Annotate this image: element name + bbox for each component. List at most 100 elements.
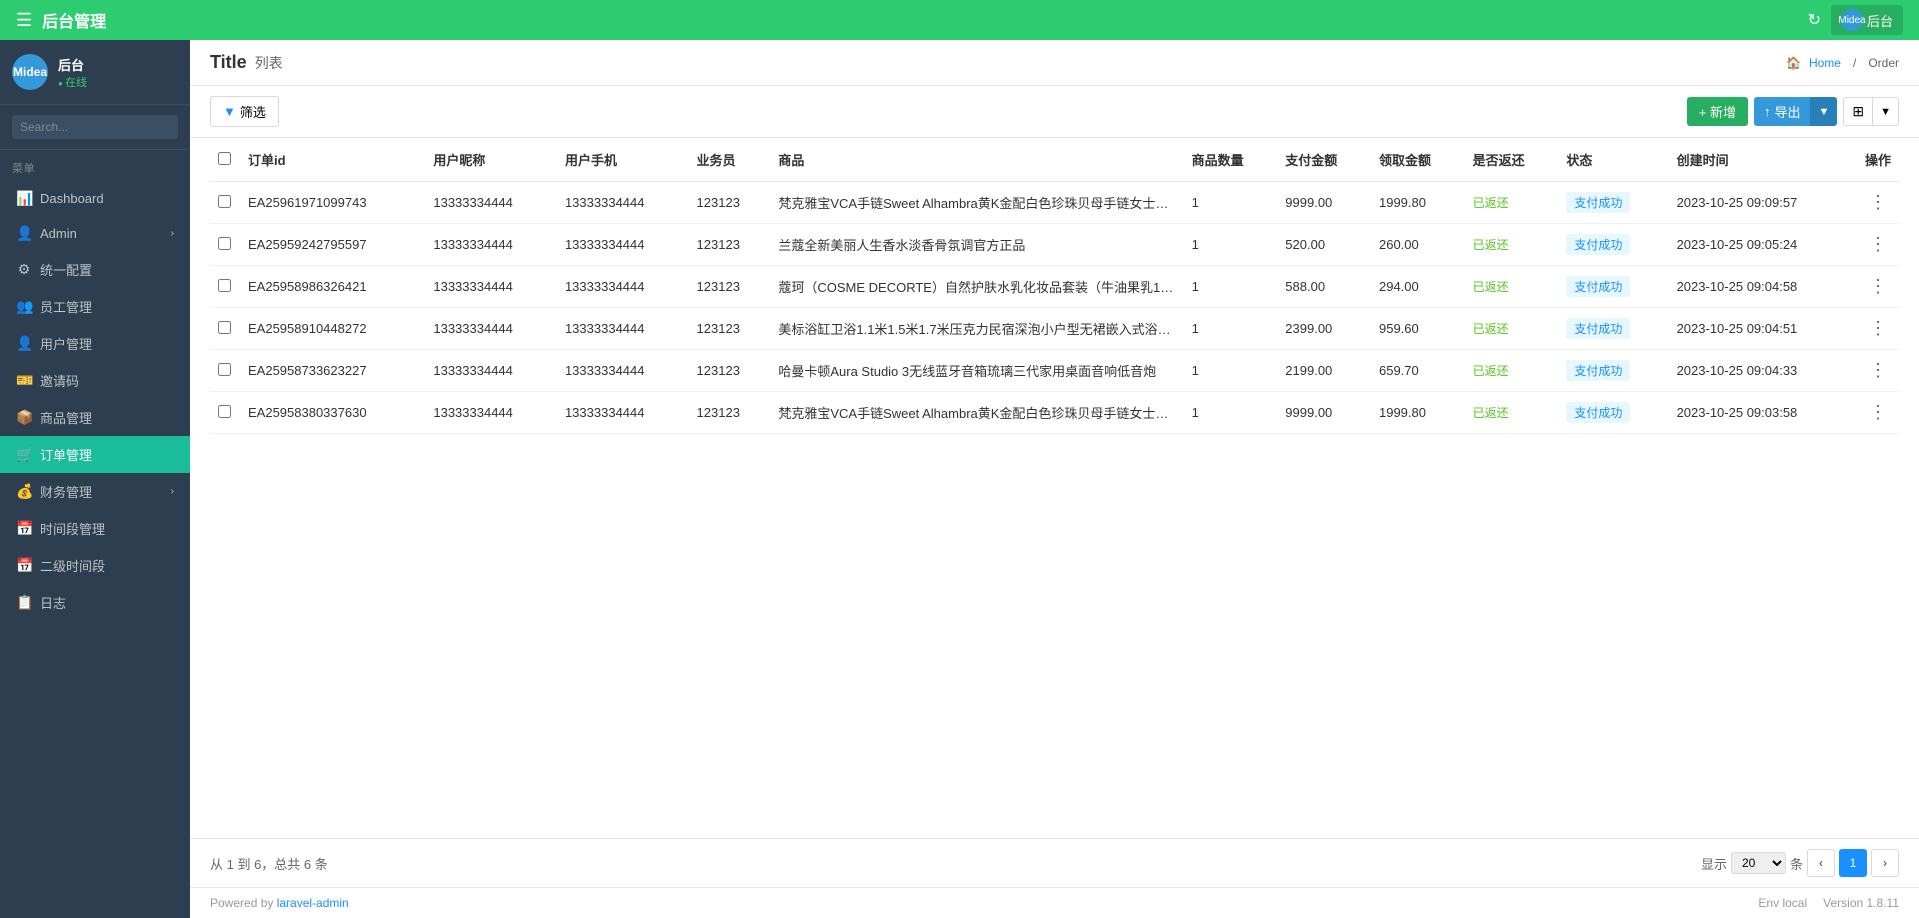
- breadcrumb-home[interactable]: Home: [1809, 56, 1841, 70]
- cell-payment: 2399.00: [1277, 308, 1371, 350]
- cell-salesman: 123123: [689, 224, 771, 266]
- avatar: Midea: [12, 54, 48, 90]
- sidebar-item-finance-mgmt[interactable]: 💰 财务管理 ›: [0, 473, 190, 510]
- cell-phone: 13333334444: [557, 350, 689, 392]
- sidebar: Midea 后台 在线 菜单 📊 Dashboard 👤 Admin › ⚙ 统…: [0, 40, 190, 918]
- export-label: 导出: [1774, 102, 1800, 121]
- cell-received: 659.70: [1371, 350, 1465, 392]
- row-checkbox[interactable]: [218, 279, 231, 292]
- page-header-left: Title 列表: [210, 52, 283, 73]
- action-menu-icon[interactable]: ⋮: [1869, 276, 1887, 296]
- invite-icon: 🎫: [16, 372, 32, 389]
- row-checkbox[interactable]: [218, 237, 231, 250]
- cell-received: 1999.80: [1371, 392, 1465, 434]
- sidebar-item-order-mgmt[interactable]: 🛒 订单管理: [0, 436, 190, 473]
- sidebar-item-label: 时间段管理: [40, 519, 105, 538]
- action-menu-icon[interactable]: ⋮: [1869, 402, 1887, 422]
- columns-button[interactable]: ⊞: [1843, 97, 1873, 126]
- cell-payment: 9999.00: [1277, 392, 1371, 434]
- sidebar-item-unified-config[interactable]: ⚙ 统一配置: [0, 251, 190, 288]
- row-checkbox-cell: [210, 392, 240, 434]
- laravel-admin-link[interactable]: laravel-admin: [277, 896, 349, 910]
- sidebar-item-dashboard[interactable]: 📊 Dashboard: [0, 181, 190, 216]
- version-info: Version 1.8.11: [1823, 896, 1899, 910]
- action-menu-icon[interactable]: ⋮: [1869, 318, 1887, 338]
- action-menu-icon[interactable]: ⋮: [1869, 360, 1887, 380]
- cell-created: 2023-10-25 09:04:51: [1669, 308, 1857, 350]
- sidebar-item-label: 二级时间段: [40, 556, 105, 575]
- page-size-select[interactable]: 10 20 50 100: [1731, 852, 1786, 874]
- cell-salesman: 123123: [689, 182, 771, 224]
- breadcrumb-separator: /: [1853, 56, 1856, 70]
- cell-received: 294.00: [1371, 266, 1465, 308]
- sidebar-item-label: 商品管理: [40, 408, 92, 427]
- hamburger-icon[interactable]: ☰: [16, 10, 32, 31]
- select-all-checkbox[interactable]: [218, 152, 231, 165]
- cell-salesman: 123123: [689, 266, 771, 308]
- columns-dropdown-button[interactable]: ▼: [1873, 97, 1899, 126]
- filter-button[interactable]: ▼ 筛选: [210, 96, 279, 127]
- cell-actions: ⋮: [1857, 182, 1899, 224]
- cell-returned: 已返还: [1465, 224, 1559, 266]
- sidebar-item-admin[interactable]: 👤 Admin ›: [0, 216, 190, 251]
- sidebar-item-logs[interactable]: 📋 日志: [0, 584, 190, 621]
- cell-status: 支付成功: [1558, 392, 1668, 434]
- cell-created: 2023-10-25 09:03:58: [1669, 392, 1857, 434]
- action-menu-icon[interactable]: ⋮: [1869, 234, 1887, 254]
- cell-order-id: EA25958380337630: [240, 392, 425, 434]
- cell-payment: 9999.00: [1277, 182, 1371, 224]
- sidebar-item-invite-code[interactable]: 🎫 邀请码: [0, 362, 190, 399]
- action-menu-icon[interactable]: ⋮: [1869, 192, 1887, 212]
- page-1-button[interactable]: 1: [1839, 849, 1867, 877]
- footer-right: Env local Version 1.8.11: [1758, 896, 1899, 910]
- toolbar-left: ▼ 筛选: [210, 96, 279, 127]
- sidebar-item-label: 统一配置: [40, 260, 92, 279]
- cell-received: 1999.80: [1371, 182, 1465, 224]
- search-input[interactable]: [12, 115, 178, 139]
- export-button[interactable]: ↑ 导出: [1754, 97, 1811, 126]
- export-dropdown-button[interactable]: ▼: [1810, 97, 1837, 126]
- cell-phone: 13333334444: [557, 392, 689, 434]
- next-page-button[interactable]: ›: [1871, 849, 1899, 877]
- env-info: Env local: [1758, 896, 1807, 910]
- profile-info: 后台 在线: [58, 55, 87, 90]
- header-status: 状态: [1558, 138, 1668, 182]
- cell-salesman: 123123: [689, 392, 771, 434]
- cell-actions: ⋮: [1857, 266, 1899, 308]
- sidebar-item-employee-mgmt[interactable]: 👥 员工管理: [0, 288, 190, 325]
- page-subtitle: 列表: [255, 53, 283, 73]
- header-product: 商品: [770, 138, 1183, 182]
- user-label: 后台: [1867, 11, 1893, 30]
- row-checkbox[interactable]: [218, 363, 231, 376]
- prev-page-button[interactable]: ‹: [1807, 849, 1835, 877]
- sidebar-item-time-period-mgmt[interactable]: 📅 时间段管理: [0, 510, 190, 547]
- cell-actions: ⋮: [1857, 224, 1899, 266]
- user-avatar-icon: Midea: [1841, 9, 1863, 31]
- cell-returned: 已返还: [1465, 182, 1559, 224]
- row-checkbox[interactable]: [218, 321, 231, 334]
- cell-product: 兰蔻全新美丽人生香水淡香骨氛调官方正品: [770, 224, 1183, 266]
- sidebar-item-label: 财务管理: [40, 482, 92, 501]
- order-icon: 🛒: [16, 446, 32, 463]
- sidebar-item-product-mgmt[interactable]: 📦 商品管理: [0, 399, 190, 436]
- sidebar-item-label: 邀请码: [40, 371, 79, 390]
- refresh-icon[interactable]: ↻: [1808, 10, 1821, 30]
- cell-product: 美标浴缸卫浴1.1米1.5米1.7米压克力民宿深泡小户型无裙嵌入式浴缸日式新科德: [770, 308, 1183, 350]
- sidebar-item-second-time-period[interactable]: 📅 二级时间段: [0, 547, 190, 584]
- cell-received: 959.60: [1371, 308, 1465, 350]
- cell-salesman: 123123: [689, 350, 771, 392]
- cell-nickname: 13333334444: [425, 224, 557, 266]
- table-row: EA25959242795597 13333334444 13333334444…: [210, 224, 1899, 266]
- user-button[interactable]: Midea 后台: [1831, 5, 1903, 35]
- home-icon: 🏠: [1786, 56, 1801, 70]
- cell-qty: 1: [1184, 392, 1278, 434]
- row-checkbox[interactable]: [218, 195, 231, 208]
- cell-order-id: EA25961971099743: [240, 182, 425, 224]
- cell-status: 支付成功: [1558, 224, 1668, 266]
- add-button[interactable]: + 新增: [1687, 97, 1748, 126]
- export-button-group: ↑ 导出 ▼: [1754, 97, 1837, 126]
- cell-qty: 1: [1184, 308, 1278, 350]
- sidebar-item-user-mgmt[interactable]: 👤 用户管理: [0, 325, 190, 362]
- filter-label: 筛选: [240, 102, 266, 121]
- row-checkbox[interactable]: [218, 405, 231, 418]
